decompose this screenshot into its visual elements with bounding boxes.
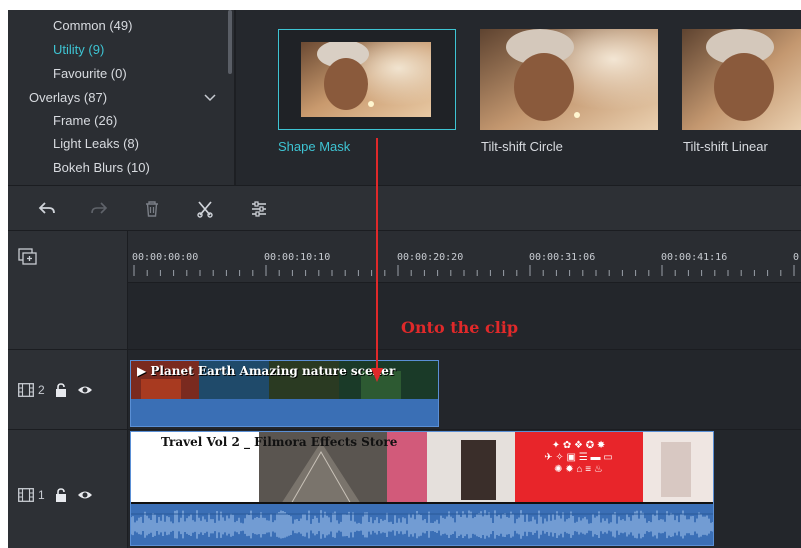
- category-frame[interactable]: Frame (26): [53, 113, 117, 128]
- category-bokeh-blurs[interactable]: Bokeh Blurs (10): [53, 160, 150, 175]
- timecode-label: 0: [793, 252, 800, 263]
- video-editor-window: Common (49) Utility (9) Favourite (0) Ov…: [8, 10, 801, 548]
- category-list: Common (49) Utility (9) Favourite (0) Ov…: [8, 10, 234, 185]
- track-number: 2: [38, 383, 45, 397]
- category-light-leaks[interactable]: Light Leaks (8): [53, 136, 139, 151]
- effect-card-tilt-shift-circle[interactable]: [480, 29, 658, 130]
- timecode-label: 00:00:20:20: [397, 252, 464, 263]
- timeline-toolbar: [8, 185, 801, 231]
- add-track-icon[interactable]: [18, 248, 38, 271]
- effect-card-tilt-shift-linear[interactable]: [682, 29, 801, 130]
- track-2-controls: 2: [18, 383, 93, 397]
- video-track-icon: [18, 488, 34, 502]
- video-clip-track-1[interactable]: ✦ ✿ ❖ ✪ ✸ ✈ ✧ ▣ ☰ ▬ ▭ ✺ ✹ ⌂ ≡ ♨ Travel Vol…: [130, 431, 714, 546]
- effect-card-shape-mask[interactable]: [278, 29, 456, 130]
- lock-icon[interactable]: [55, 383, 67, 397]
- timecode-label: 00:00:10:10: [264, 252, 331, 263]
- clip-title: ▶ Planet Earth Amazing nature scener: [137, 364, 396, 378]
- ruler-ticks: [133, 265, 795, 276]
- cut-icon[interactable]: [194, 198, 216, 220]
- icon-grid-graphic: ✦ ✿ ❖ ✪ ✸ ✈ ✧ ▣ ☰ ▬ ▭ ✺ ✹ ⌂ ≡ ♨: [544, 440, 613, 475]
- play-icon: ▶: [137, 364, 151, 378]
- effect-thumbnail: [682, 29, 801, 130]
- annotation-text: Onto the clip: [401, 318, 519, 337]
- effect-label-tilt-shift-linear[interactable]: Tilt-shift Linear: [683, 139, 768, 154]
- category-utility[interactable]: Utility (9): [53, 42, 104, 57]
- category-common[interactable]: Common (49): [53, 18, 132, 33]
- eye-icon[interactable]: [77, 489, 93, 501]
- category-overlays[interactable]: Overlays (87): [29, 90, 107, 105]
- track-number: 1: [38, 488, 45, 502]
- timecode-label: 00:00:31:06: [529, 252, 596, 263]
- effect-thumbnail: [480, 29, 658, 130]
- effects-panel: Common (49) Utility (9) Favourite (0) Ov…: [8, 10, 801, 185]
- effect-label-tilt-shift-circle[interactable]: Tilt-shift Circle: [481, 139, 563, 154]
- adjust-icon[interactable]: [248, 198, 270, 220]
- audio-waveform[interactable]: [131, 506, 713, 545]
- category-scrollbar[interactable]: [228, 10, 232, 74]
- category-favourite[interactable]: Favourite (0): [53, 66, 127, 81]
- undo-icon[interactable]: [36, 198, 58, 220]
- arrow-annotation: [371, 138, 383, 382]
- panel-divider: [234, 10, 236, 185]
- lock-icon[interactable]: [55, 488, 67, 502]
- clip-title: Travel Vol 2 _ Filmora Effects Store: [161, 435, 398, 449]
- video-track-icon: [18, 383, 34, 397]
- effect-label-shape-mask[interactable]: Shape Mask: [278, 139, 350, 154]
- delete-icon[interactable]: [141, 198, 163, 220]
- eye-icon[interactable]: [77, 384, 93, 396]
- track-1-controls: 1: [18, 488, 93, 502]
- chevron-down-icon[interactable]: [204, 94, 216, 102]
- video-clip-track-2[interactable]: ▶ Planet Earth Amazing nature scener: [130, 360, 439, 427]
- effect-thumbnail: [301, 42, 431, 117]
- timecode-label: 00:00:00:00: [132, 252, 199, 263]
- redo-icon[interactable]: [88, 198, 110, 220]
- timecode-label: 00:00:41:16: [661, 252, 728, 263]
- track-headers: [8, 283, 128, 548]
- timeline-ruler[interactable]: 00:00:00:00 00:00:10:10 00:00:20:20 00:0…: [8, 231, 801, 283]
